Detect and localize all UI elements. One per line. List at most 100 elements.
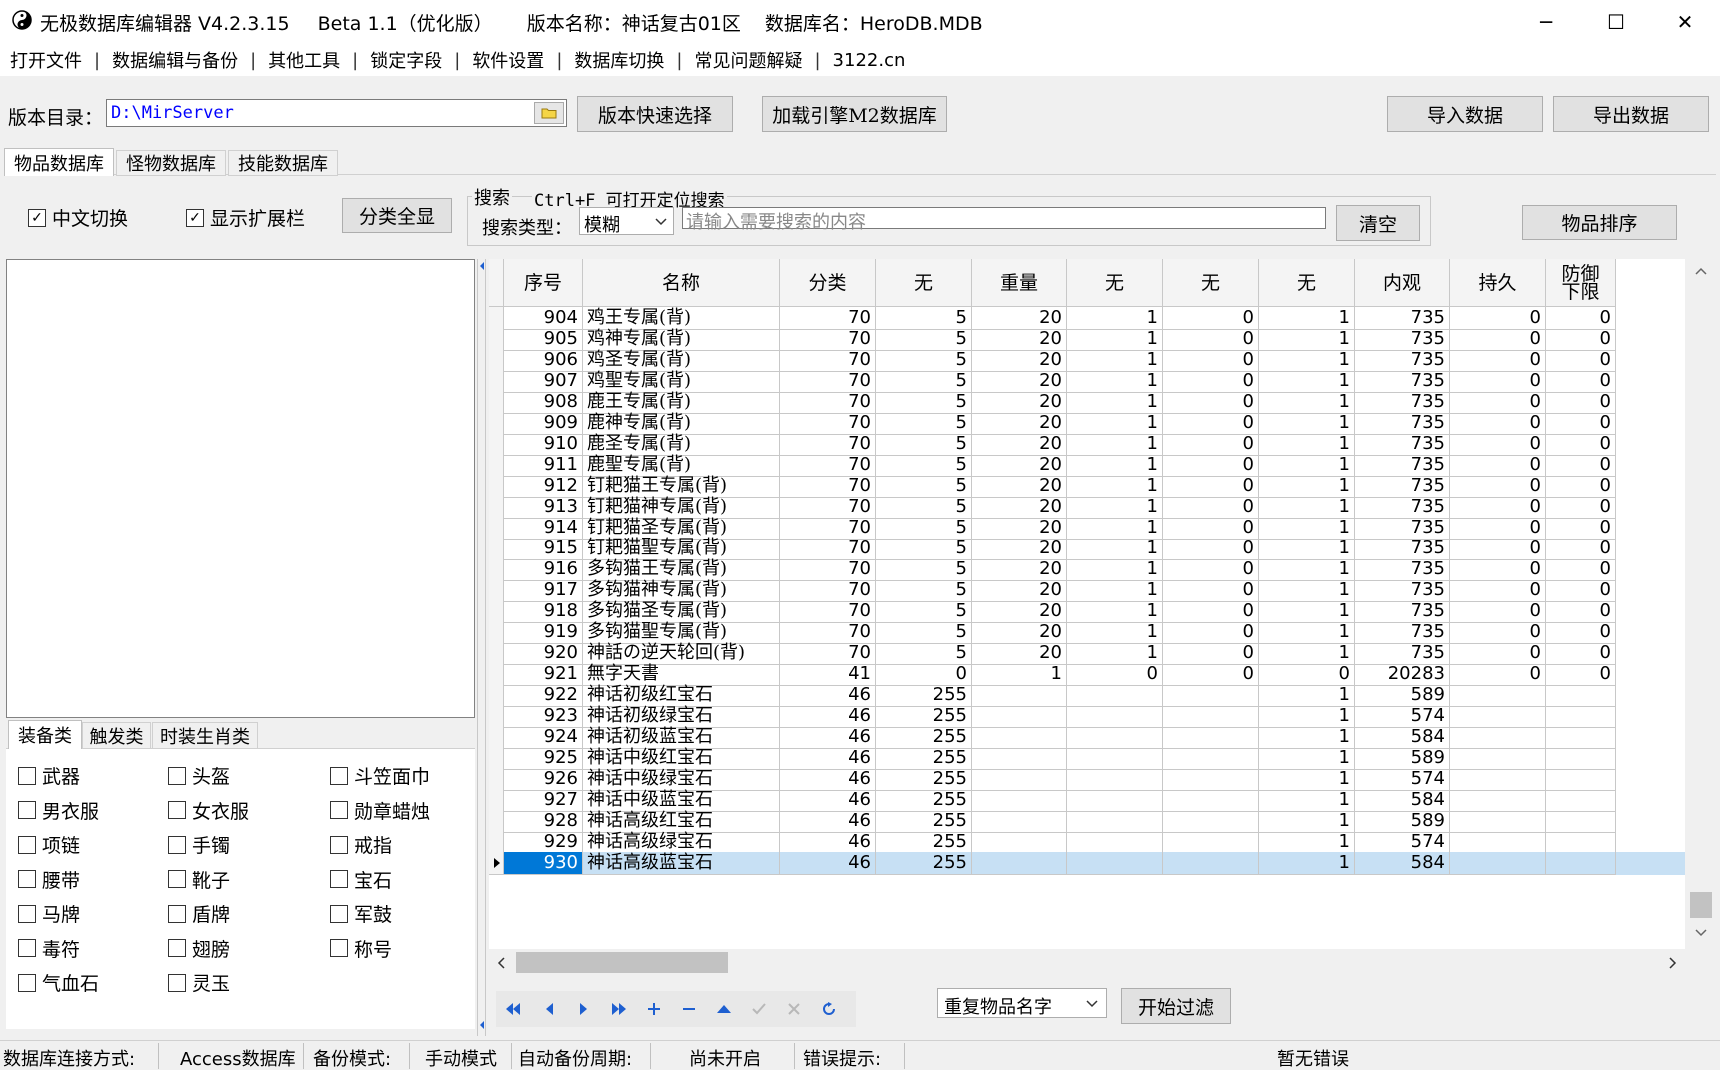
row-indicator[interactable] <box>489 726 504 749</box>
row-indicator[interactable] <box>489 579 504 603</box>
table-cell[interactable]: 928 <box>504 809 583 833</box>
load-m2-button[interactable]: 加载引擎M2数据库 <box>762 96 947 132</box>
table-cell[interactable]: 255 <box>876 788 972 812</box>
table-cell[interactable]: 0 <box>1163 600 1259 624</box>
table-cell[interactable]: 908 <box>504 390 583 414</box>
table-cell[interactable] <box>1450 746 1546 770</box>
table-cell[interactable]: 5 <box>876 453 972 477</box>
table-cell[interactable]: 1 <box>1259 474 1355 498</box>
table-cell[interactable]: 1 <box>1259 642 1355 666</box>
table-row[interactable]: 908 鹿王专属(背) 70 5 20 1 0 1 735 0 0 <box>489 390 1685 414</box>
table-cell[interactable]: 多钩猫神专属(背) <box>583 579 780 603</box>
table-cell[interactable]: 70 <box>780 600 876 624</box>
table-cell[interactable] <box>1067 726 1163 749</box>
row-indicator[interactable] <box>489 369 504 393</box>
table-cell[interactable]: 70 <box>780 453 876 477</box>
category-checkbox[interactable]: 气血石 <box>18 969 99 996</box>
table-cell[interactable]: 1 <box>1259 411 1355 435</box>
table-cell[interactable]: 735 <box>1355 307 1450 330</box>
table-cell[interactable]: 916 <box>504 558 583 582</box>
table-cell[interactable]: 0 <box>1067 663 1163 687</box>
table-cell[interactable]: 0 <box>1546 495 1616 519</box>
table-cell[interactable] <box>1546 726 1616 749</box>
table-cell[interactable]: 神话初级红宝石 <box>583 684 780 708</box>
tab-trigger[interactable]: 触发类 <box>82 722 151 749</box>
row-indicator[interactable] <box>489 621 504 645</box>
row-indicator[interactable] <box>489 327 504 351</box>
row-indicator[interactable] <box>489 767 504 791</box>
table-row[interactable]: 904 鸡王专属(背) 70 5 20 1 0 1 735 0 0 <box>489 307 1685 330</box>
table-cell[interactable]: 20 <box>972 495 1067 519</box>
category-checkbox[interactable]: 称号 <box>330 935 392 962</box>
table-cell[interactable]: 930 <box>504 851 583 875</box>
table-cell[interactable]: 1 <box>1259 705 1355 729</box>
table-cell[interactable]: 0 <box>1163 663 1259 687</box>
table-cell[interactable]: 915 <box>504 537 583 561</box>
table-row[interactable]: 925 神话中级红宝石 46 255 1 589 <box>489 746 1685 770</box>
table-cell[interactable]: 1 <box>1067 558 1163 582</box>
table-cell[interactable]: 584 <box>1355 851 1450 875</box>
table-cell[interactable]: 910 <box>504 432 583 456</box>
category-checkbox[interactable]: 头盔 <box>168 762 230 789</box>
table-cell[interactable]: 钉耙猫圣专属(背) <box>583 516 780 540</box>
category-checkbox[interactable]: 项链 <box>18 831 80 858</box>
table-cell[interactable]: 1 <box>1259 746 1355 770</box>
refresh-record-button[interactable] <box>812 991 846 1027</box>
table-cell[interactable]: 0 <box>1259 663 1355 687</box>
column-header[interactable]: 内观 <box>1355 259 1450 307</box>
table-cell[interactable]: 0 <box>1450 663 1546 687</box>
table-cell[interactable]: 70 <box>780 432 876 456</box>
table-cell[interactable]: 735 <box>1355 621 1450 645</box>
table-cell[interactable]: 927 <box>504 788 583 812</box>
table-cell[interactable]: 5 <box>876 390 972 414</box>
row-indicator[interactable] <box>489 537 504 561</box>
table-cell[interactable] <box>1546 746 1616 770</box>
category-tree-panel[interactable] <box>6 259 475 718</box>
table-cell[interactable]: 5 <box>876 642 972 666</box>
table-cell[interactable]: 1 <box>1259 327 1355 351</box>
table-row[interactable]: 923 神话初级绿宝石 46 255 1 574 <box>489 705 1685 729</box>
table-cell[interactable]: 20 <box>972 642 1067 666</box>
table-cell[interactable]: 1 <box>1259 600 1355 624</box>
table-cell[interactable]: 735 <box>1355 558 1450 582</box>
table-cell[interactable]: 神话中级红宝石 <box>583 746 780 770</box>
table-cell[interactable]: 1 <box>1067 348 1163 372</box>
table-cell[interactable]: 0 <box>1163 495 1259 519</box>
table-cell[interactable]: 0 <box>1450 327 1546 351</box>
table-cell[interactable]: 255 <box>876 684 972 708</box>
table-cell[interactable]: 0 <box>1450 621 1546 645</box>
category-checkbox[interactable]: 腰带 <box>18 866 80 893</box>
category-checkbox[interactable]: 女衣服 <box>168 797 249 824</box>
table-row[interactable]: 915 钉耙猫聖专属(背) 70 5 20 1 0 1 735 0 0 <box>489 537 1685 561</box>
table-cell[interactable]: 鸡聖专属(背) <box>583 369 780 393</box>
show-all-categories-button[interactable]: 分类全显 <box>342 198 452 233</box>
table-row[interactable]: 906 鸡圣专属(背) 70 5 20 1 0 1 735 0 0 <box>489 348 1685 372</box>
close-button[interactable]: ✕ <box>1650 0 1720 44</box>
row-indicator[interactable] <box>489 663 504 687</box>
table-cell[interactable]: 735 <box>1355 369 1450 393</box>
table-cell[interactable]: 1 <box>1259 684 1355 708</box>
table-cell[interactable]: 0 <box>1546 327 1616 351</box>
table-cell[interactable]: 912 <box>504 474 583 498</box>
column-header[interactable]: 序号 <box>504 259 583 307</box>
table-row[interactable]: 910 鹿圣专属(背) 70 5 20 1 0 1 735 0 0 <box>489 432 1685 456</box>
table-cell[interactable]: 0 <box>1450 537 1546 561</box>
row-indicator[interactable] <box>489 600 504 624</box>
category-checkbox[interactable]: 斗笠面巾 <box>330 762 430 789</box>
table-cell[interactable]: 1 <box>1067 390 1163 414</box>
table-cell[interactable]: 917 <box>504 579 583 603</box>
column-header[interactable]: 重量 <box>972 259 1067 307</box>
table-cell[interactable]: 無字天書 <box>583 663 780 687</box>
table-cell[interactable]: 1 <box>1259 369 1355 393</box>
table-cell[interactable]: 0 <box>1450 558 1546 582</box>
first-record-button[interactable] <box>496 991 530 1027</box>
scroll-down-icon[interactable] <box>1695 929 1707 937</box>
table-cell[interactable] <box>1546 788 1616 812</box>
row-indicator[interactable] <box>489 642 504 666</box>
table-cell[interactable]: 1 <box>1067 495 1163 519</box>
table-cell[interactable]: 70 <box>780 327 876 351</box>
cn-switch-checkbox[interactable]: ✓ 中文切换 <box>28 204 128 231</box>
table-cell[interactable]: 1 <box>1259 809 1355 833</box>
table-cell[interactable] <box>1450 830 1546 854</box>
table-cell[interactable]: 0 <box>1546 516 1616 540</box>
